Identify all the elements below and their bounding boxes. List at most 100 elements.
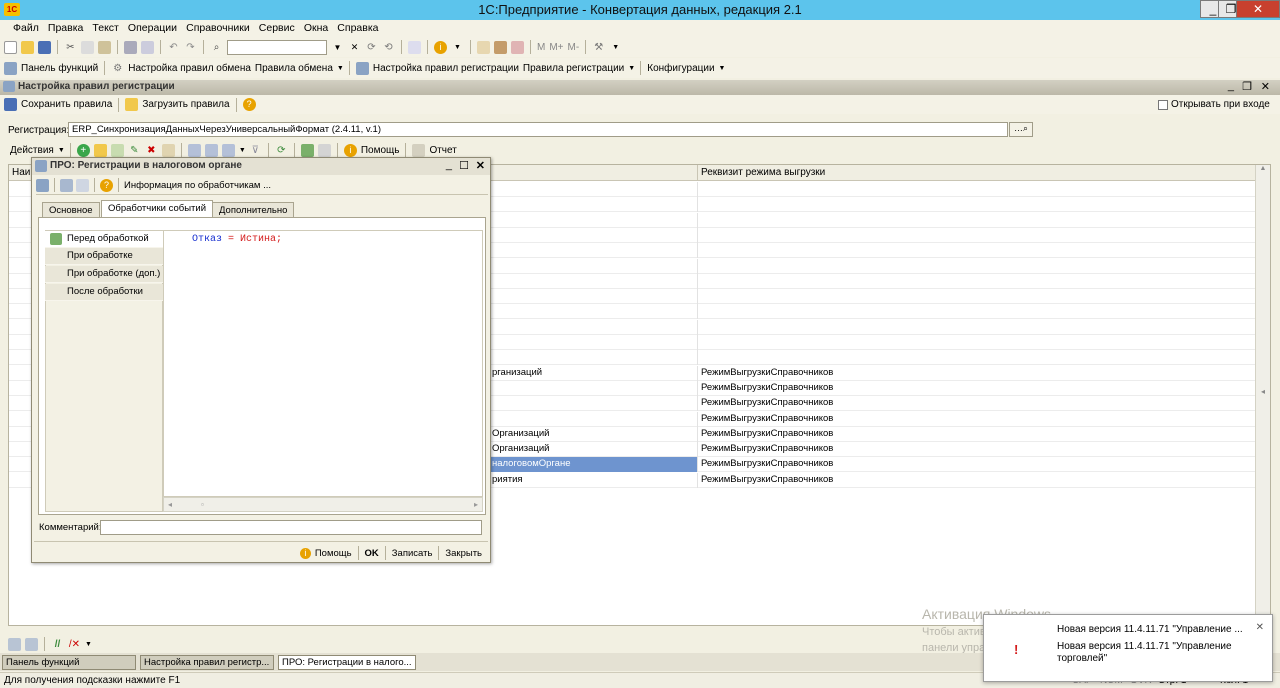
panel-functions-button[interactable]: Панель функций: [21, 63, 98, 74]
close-dialog-button[interactable]: Закрыть: [445, 548, 482, 559]
move-icon[interactable]: [161, 143, 175, 157]
undo-icon[interactable]: ↶: [167, 41, 180, 54]
chevron-down-icon[interactable]: ▼: [58, 144, 65, 157]
memory-minus-button[interactable]: M-: [568, 42, 580, 53]
open-folder-icon[interactable]: [21, 40, 34, 54]
memory-button[interactable]: M: [537, 42, 545, 53]
column-header-export-mode[interactable]: Реквизит режима выгрузки: [697, 165, 1256, 181]
save-close-icon[interactable]: [36, 178, 49, 192]
task-panel-functions[interactable]: Панель функций: [2, 655, 136, 670]
copy-icon[interactable]: [81, 40, 94, 54]
help-icon[interactable]: ?: [100, 178, 113, 192]
paste-icon[interactable]: [98, 40, 111, 54]
registration-field[interactable]: ERP_СинхронизацияДанныхЧерезУниверсальны…: [68, 122, 1008, 137]
cut-icon[interactable]: ✂: [64, 41, 77, 54]
find-prev-icon[interactable]: ⟲: [382, 41, 395, 54]
grid-scrollbar[interactable]: ▲ ◂: [1255, 165, 1270, 625]
load-rules-button[interactable]: Загрузить правила: [142, 99, 229, 110]
table-icon[interactable]: [511, 40, 524, 54]
menu-file[interactable]: Файл: [10, 20, 42, 34]
dropdown-icon[interactable]: ▼: [331, 41, 344, 54]
memory-plus-button[interactable]: M+: [549, 42, 563, 53]
event-on-processing[interactable]: При обработке: [45, 248, 163, 265]
clear-search-icon[interactable]: ✕: [348, 41, 361, 54]
chevron-down-icon[interactable]: ▼: [609, 41, 622, 54]
notification-close-icon[interactable]: ✕: [1256, 622, 1264, 633]
chevron-down-icon[interactable]: ▼: [719, 62, 726, 75]
print-icon[interactable]: [124, 40, 137, 54]
registration-settings-button[interactable]: Настройка правил регистрации: [373, 63, 519, 74]
handlers-info-link[interactable]: Информация по обработчикам ...: [124, 180, 271, 191]
code-hscrollbar[interactable]: ◂ ▫ ▸: [163, 497, 483, 512]
actions-menu[interactable]: Действия: [10, 145, 54, 156]
report-button[interactable]: Отчет: [429, 145, 456, 156]
close-button[interactable]: ✕: [1236, 0, 1280, 18]
menu-windows[interactable]: Окна: [301, 20, 331, 34]
calculator-icon[interactable]: [494, 40, 507, 54]
event-after-processing[interactable]: После обработки: [45, 284, 163, 301]
tab-event-handlers[interactable]: Обработчики событий: [101, 200, 213, 218]
add-folder-icon[interactable]: [93, 143, 107, 157]
menu-service[interactable]: Сервис: [256, 20, 298, 34]
new-document-icon[interactable]: [4, 40, 17, 54]
exchange-settings-button[interactable]: Настройка правил обмена: [128, 63, 251, 74]
redo-icon[interactable]: ↷: [184, 41, 197, 54]
window-list-icon[interactable]: [25, 637, 38, 651]
add-icon[interactable]: +: [76, 143, 90, 157]
comment-toggle-icon[interactable]: //: [51, 638, 64, 651]
save-rules-button[interactable]: Сохранить правила: [21, 99, 112, 110]
tools-icon[interactable]: ⚒: [592, 41, 605, 54]
write-button[interactable]: Записать: [392, 548, 433, 559]
search-icon[interactable]: ⌕: [210, 41, 223, 54]
menu-text[interactable]: Текст: [89, 20, 121, 34]
dialog-close-icon[interactable]: ✕: [476, 159, 485, 172]
search-input[interactable]: [227, 39, 327, 55]
check-icon[interactable]: [300, 143, 314, 157]
refresh-icon[interactable]: ⟳: [275, 144, 288, 157]
dialog-maximize-icon[interactable]: ☐: [459, 159, 469, 172]
clear-filter-icon[interactable]: ⊽: [249, 144, 262, 157]
find-next-icon[interactable]: ⟳: [365, 41, 378, 54]
doc-close-icon[interactable]: ✕: [1261, 80, 1270, 93]
info-icon[interactable]: i: [434, 40, 447, 54]
window-icon[interactable]: [408, 40, 421, 54]
chevron-down-icon[interactable]: ▼: [628, 62, 635, 75]
window-icon[interactable]: [317, 143, 331, 157]
chevron-down-icon[interactable]: ▼: [451, 41, 464, 54]
save-icon[interactable]: [38, 40, 51, 54]
doc-restore-icon[interactable]: ❐: [1242, 80, 1252, 93]
comment-input[interactable]: [100, 520, 482, 535]
doc-minimize-icon[interactable]: _: [1228, 80, 1234, 92]
help-button[interactable]: Помощь: [361, 145, 400, 156]
menu-help[interactable]: Справка: [334, 20, 381, 34]
dialog-minimize-icon[interactable]: _: [446, 159, 452, 171]
tab-additional[interactable]: Дополнительно: [212, 202, 295, 217]
chevron-down-icon[interactable]: ▼: [239, 144, 246, 157]
registration-rules-button[interactable]: Правила регистрации: [523, 63, 624, 74]
menu-operations[interactable]: Операции: [125, 20, 180, 34]
event-before-processing[interactable]: Перед обработкой: [45, 231, 163, 248]
filter-icon[interactable]: [204, 143, 218, 157]
open-on-start-checkbox[interactable]: [1158, 99, 1168, 110]
footer-help-button[interactable]: Помощь: [315, 548, 352, 559]
copy-icon[interactable]: [76, 178, 89, 192]
configurations-button[interactable]: Конфигурации: [647, 63, 714, 74]
help-icon[interactable]: ?: [242, 98, 256, 111]
filter-settings-icon[interactable]: [221, 143, 235, 157]
menu-catalogs[interactable]: Справочники: [183, 20, 253, 34]
update-notification[interactable]: Новая версия 11.4.11.71 "Управление ... …: [983, 614, 1273, 682]
panel-icon[interactable]: [8, 637, 21, 651]
delete-icon[interactable]: ✖: [145, 144, 158, 157]
registration-select-button[interactable]: …⌕: [1009, 122, 1033, 137]
menu-edit[interactable]: Правка: [45, 20, 86, 34]
task-dialog[interactable]: ПРО: Регистрации в налого...: [278, 655, 416, 670]
print-preview-icon[interactable]: [141, 40, 154, 54]
chevron-down-icon[interactable]: ▼: [337, 62, 344, 75]
code-editor[interactable]: Отказ = Истина;: [163, 230, 483, 497]
event-on-processing-additional[interactable]: При обработке (доп.): [45, 266, 163, 283]
calendar-icon[interactable]: [477, 40, 490, 54]
copy-row-icon[interactable]: [110, 143, 124, 157]
sort-icon[interactable]: [187, 143, 201, 157]
tab-main[interactable]: Основное: [42, 202, 100, 217]
uncomment-icon[interactable]: /✕: [68, 638, 81, 651]
